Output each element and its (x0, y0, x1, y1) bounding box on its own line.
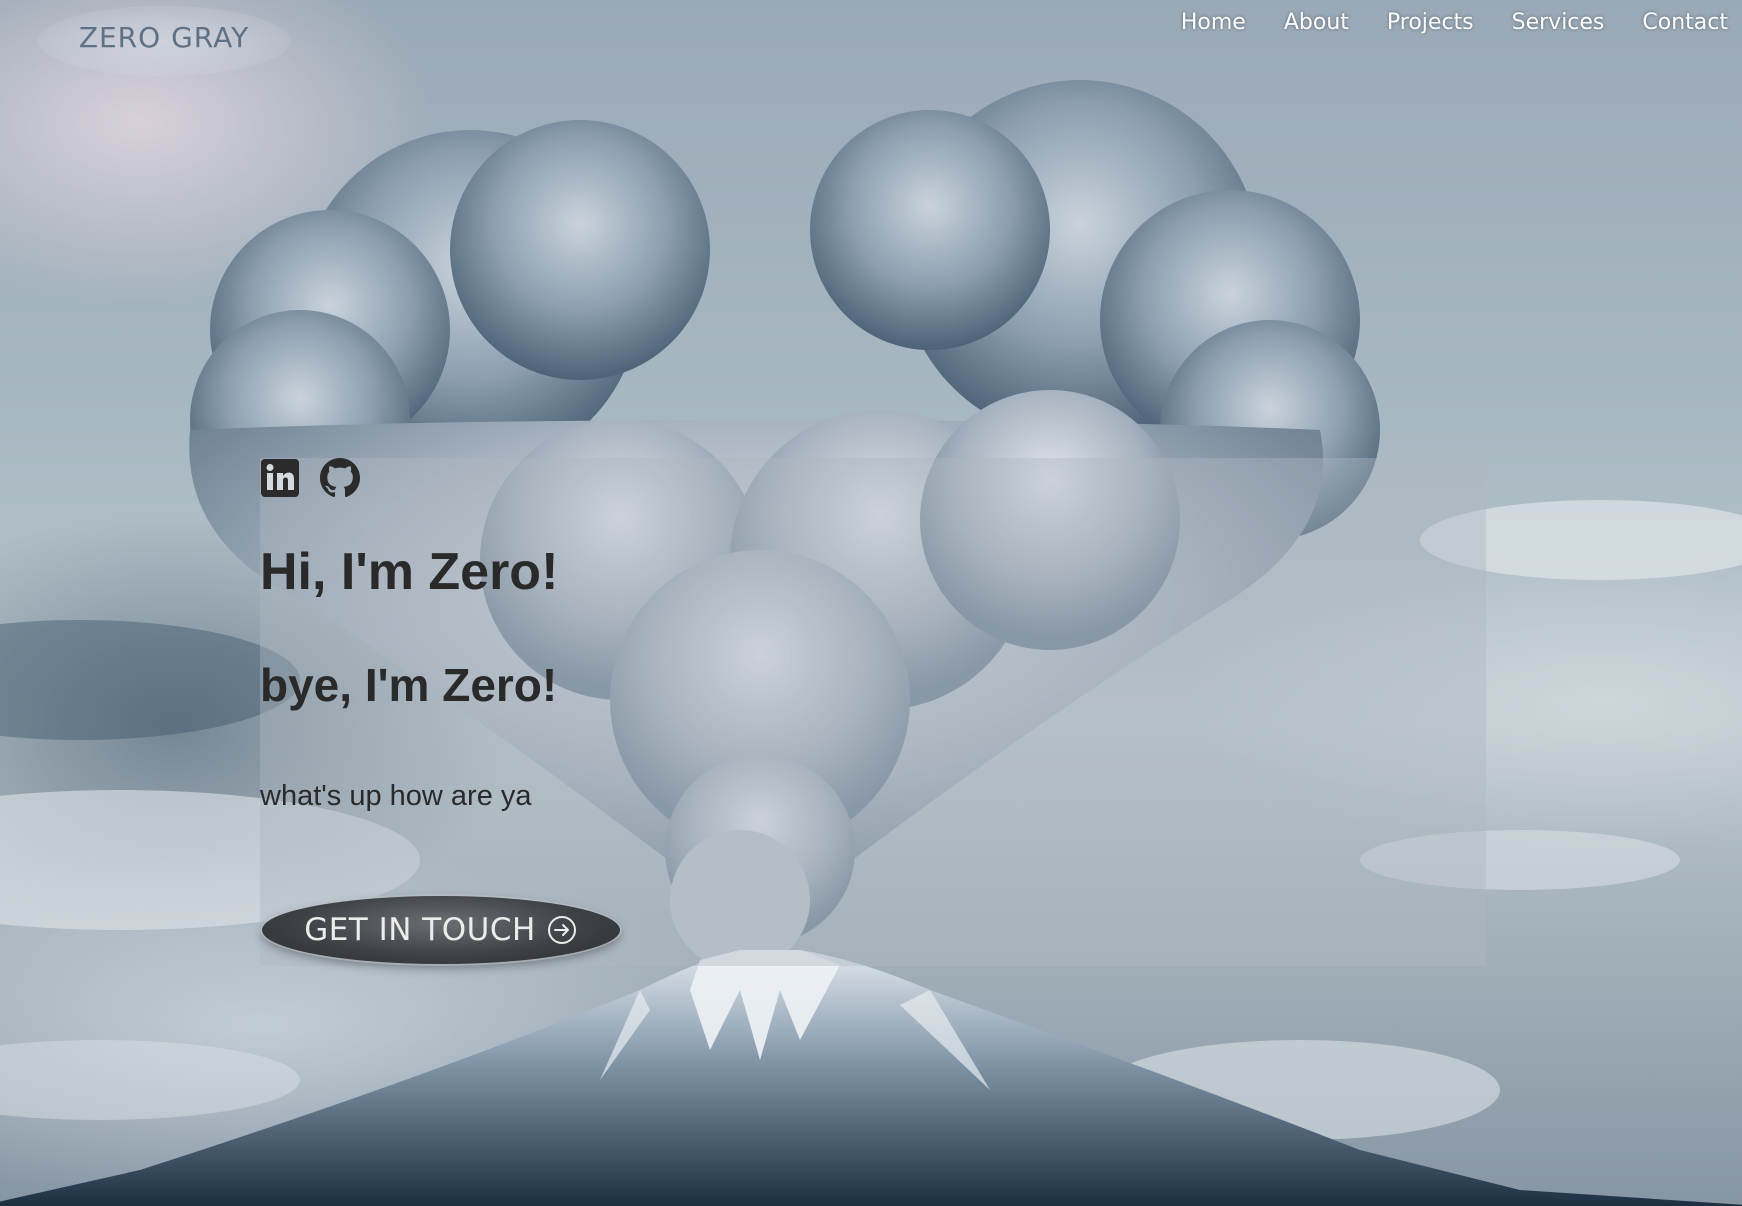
arrow-right-circle-icon (547, 916, 576, 944)
get-in-touch-label: GET IN TOUCH (304, 912, 536, 948)
nav-item-projects[interactable]: Projects (1387, 10, 1474, 35)
nav-item-contact[interactable]: Contact (1642, 10, 1728, 35)
github-link[interactable] (320, 458, 360, 498)
nav-item-home[interactable]: Home (1181, 10, 1246, 35)
site-logo[interactable]: ZERO GRAY (38, 6, 290, 76)
hero-text: what's up how are ya (260, 780, 532, 812)
nav-item-services[interactable]: Services (1512, 10, 1605, 35)
linkedin-icon (261, 459, 299, 497)
hero-panel: Hi, I'm Zero! bye, I'm Zero! what's up h… (260, 458, 1486, 966)
linkedin-link[interactable] (260, 458, 300, 498)
github-icon (320, 458, 360, 498)
nav-item-about[interactable]: About (1284, 10, 1349, 35)
main-nav: Home About Projects Services Contact (1181, 10, 1728, 35)
get-in-touch-button[interactable]: GET IN TOUCH (262, 896, 620, 964)
hero-subtitle: bye, I'm Zero! (260, 659, 558, 711)
hero-title: Hi, I'm Zero! (260, 543, 559, 601)
logo-text: ZERO GRAY (78, 20, 250, 54)
social-links (260, 458, 360, 498)
